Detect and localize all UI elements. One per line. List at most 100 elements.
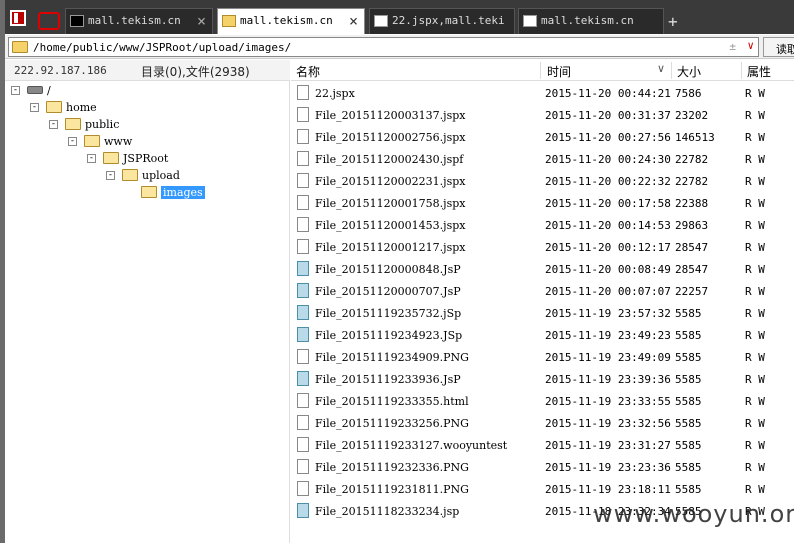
- watermark: www.wooyun.org: [593, 500, 794, 528]
- tab-document[interactable]: mall.tekism.cn: [518, 8, 664, 34]
- file-attr: R W: [745, 109, 765, 122]
- file-attr: R W: [745, 351, 765, 364]
- file-size: 5585: [675, 395, 702, 408]
- capture-icon[interactable]: [38, 12, 60, 30]
- file-attr: R W: [745, 373, 765, 386]
- file-row[interactable]: File_20151119235732.jSp 2015-11-19 23:57:…: [291, 302, 794, 324]
- collapse-icon[interactable]: -: [106, 171, 115, 180]
- file-row[interactable]: File_20151120002756.jspx 2015-11-20 00:27…: [291, 126, 794, 148]
- host-ip: 222.92.187.186: [14, 64, 107, 77]
- file-row[interactable]: File_20151120002231.jspx 2015-11-20 00:22…: [291, 170, 794, 192]
- close-icon[interactable]: ×: [197, 12, 206, 30]
- file-row[interactable]: File_20151120000848.JsP 2015-11-20 00:08:…: [291, 258, 794, 280]
- collapse-icon[interactable]: -: [68, 137, 77, 146]
- info-bar: 222.92.187.186 目录(0),文件(2938): [5, 60, 290, 81]
- file-row[interactable]: File_20151120001758.jspx 2015-11-20 00:17…: [291, 192, 794, 214]
- jsp-file-icon: [297, 327, 309, 342]
- file-row[interactable]: File_20151120002430.jspf 2015-11-20 00:24…: [291, 148, 794, 170]
- plus-minus-icon[interactable]: ±: [729, 40, 736, 53]
- file-size: 5585: [675, 373, 702, 386]
- tab-label: mall.tekism.cn: [541, 14, 634, 27]
- folder-open-icon: [84, 135, 100, 147]
- file-time: 2015-11-20 00:12:17: [545, 241, 671, 254]
- tab-file-manager[interactable]: mall.tekism.cn ×: [217, 8, 365, 34]
- chevron-down-icon[interactable]: ∨: [747, 39, 754, 52]
- file-row[interactable]: 22.jspx 2015-11-20 00:44:21 7586 R W: [291, 82, 794, 104]
- read-button[interactable]: 读取: [763, 37, 794, 57]
- collapse-icon[interactable]: -: [30, 103, 39, 112]
- file-row[interactable]: File_20151119233355.html 2015-11-19 23:33…: [291, 390, 794, 412]
- tab-terminal[interactable]: mall.tekism.cn ×: [65, 8, 213, 34]
- file-attr: R W: [745, 263, 765, 276]
- file-icon: [297, 195, 309, 210]
- file-icon: [297, 393, 309, 408]
- file-attr: R W: [745, 329, 765, 342]
- tab-editor[interactable]: 22.jspx,mall.teki: [369, 8, 515, 34]
- file-attr: R W: [745, 175, 765, 188]
- file-icon: [297, 107, 309, 122]
- collapse-icon[interactable]: -: [87, 154, 96, 163]
- path-input[interactable]: /home/public/www/JSPRoot/upload/images/ …: [8, 37, 759, 57]
- file-size: 5585: [675, 307, 702, 320]
- file-size: 23202: [675, 109, 709, 122]
- column-attr[interactable]: 属性: [747, 63, 771, 80]
- tree-label: public: [85, 118, 120, 131]
- app-logo-icon[interactable]: [10, 10, 26, 26]
- file-size: 5585: [675, 461, 702, 474]
- file-size: 5585: [675, 329, 702, 342]
- file-icon: [297, 349, 309, 364]
- file-size: 5585: [675, 483, 702, 496]
- file-row[interactable]: File_20151119234923.JSp 2015-11-19 23:49:…: [291, 324, 794, 346]
- file-size: 22257: [675, 285, 709, 298]
- file-name: File_20151120002430.jspf: [315, 153, 464, 166]
- column-divider[interactable]: [741, 62, 742, 79]
- file-icon: [297, 85, 309, 100]
- file-name: File_20151119234923.JSp: [315, 329, 463, 342]
- file-row[interactable]: File_20151119233127.wooyuntest 2015-11-19…: [291, 434, 794, 456]
- close-icon[interactable]: ×: [349, 12, 358, 30]
- file-attr: R W: [745, 153, 765, 166]
- file-time: 2015-11-20 00:08:49: [545, 263, 671, 276]
- file-name: File_20151120001758.jspx: [315, 197, 466, 210]
- file-row[interactable]: File_20151119231811.PNG 2015-11-19 23:18:…: [291, 478, 794, 500]
- file-row[interactable]: File_20151120003137.jspx 2015-11-20 00:31…: [291, 104, 794, 126]
- collapse-icon[interactable]: -: [11, 86, 20, 95]
- file-icon: [297, 239, 309, 254]
- column-size[interactable]: 大小: [677, 63, 701, 80]
- file-row[interactable]: File_20151119233936.JsP 2015-11-19 23:39:…: [291, 368, 794, 390]
- file-size: 7586: [675, 87, 702, 100]
- file-name: File_20151120001453.jspx: [315, 219, 466, 232]
- file-size: 22388: [675, 197, 709, 210]
- folder-open-icon: [46, 101, 62, 113]
- file-icon: [297, 173, 309, 188]
- path-text: /home/public/www/JSPRoot/upload/images/: [33, 41, 292, 54]
- file-time: 2015-11-20 00:24:30: [545, 153, 671, 166]
- file-name: File_20151119235732.jSp: [315, 307, 462, 320]
- file-size: 146513: [675, 131, 715, 144]
- collapse-icon[interactable]: -: [49, 120, 58, 129]
- file-list: 22.jspx 2015-11-20 00:44:21 7586 R W File_20…: [291, 82, 794, 543]
- column-divider[interactable]: [671, 62, 672, 79]
- column-time[interactable]: 时间: [547, 63, 571, 80]
- file-row[interactable]: File_20151120000707.JsP 2015-11-20 00:07:…: [291, 280, 794, 302]
- file-name: File_20151120000848.JsP: [315, 263, 461, 276]
- new-tab-button[interactable]: +: [668, 12, 678, 31]
- sort-descending-icon[interactable]: ∨: [657, 62, 665, 75]
- column-name[interactable]: 名称: [296, 63, 320, 80]
- file-row[interactable]: File_20151119234909.PNG 2015-11-19 23:49:…: [291, 346, 794, 368]
- file-attr: R W: [745, 461, 765, 474]
- file-name: File_20151119233256.PNG: [315, 417, 469, 430]
- file-attr: R W: [745, 87, 765, 100]
- file-row[interactable]: File_20151120001453.jspx 2015-11-20 00:14…: [291, 214, 794, 236]
- file-icon: [297, 129, 309, 144]
- tab-bar: mall.tekism.cn × mall.tekism.cn × 22.jsp…: [5, 0, 794, 34]
- file-row[interactable]: File_20151119233256.PNG 2015-11-19 23:32:…: [291, 412, 794, 434]
- file-size: 5585: [675, 417, 702, 430]
- file-name: File_20151120003137.jspx: [315, 109, 466, 122]
- file-attr: R W: [745, 307, 765, 320]
- column-divider[interactable]: [540, 62, 541, 79]
- file-attr: R W: [745, 417, 765, 430]
- file-row[interactable]: File_20151119232336.PNG 2015-11-19 23:23:…: [291, 456, 794, 478]
- tree-label: upload: [142, 169, 180, 182]
- file-row[interactable]: File_20151120001217.jspx 2015-11-20 00:12…: [291, 236, 794, 258]
